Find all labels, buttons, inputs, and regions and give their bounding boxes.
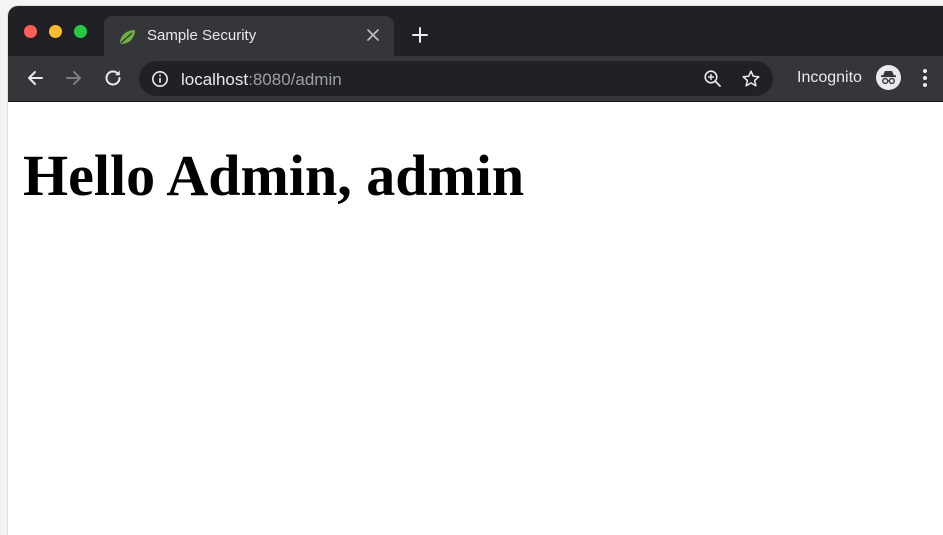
info-icon[interactable] [151, 70, 169, 88]
page-content: Hello Admin, admin [8, 102, 943, 535]
title-bar: Sample Security [8, 6, 943, 56]
menu-icon[interactable] [922, 68, 928, 88]
incognito-label[interactable]: Incognito [797, 69, 862, 87]
address-bar[interactable]: localhost:8080/admin [139, 61, 773, 96]
url-host: localhost [181, 70, 249, 89]
toolbar: localhost:8080/admin Incognito [8, 56, 943, 102]
url-text[interactable]: localhost:8080/admin [181, 70, 342, 90]
new-tab-icon[interactable] [411, 26, 429, 44]
tab-sample-security[interactable]: Sample Security [104, 16, 394, 56]
close-icon[interactable] [366, 28, 380, 42]
spring-leaf-icon [120, 30, 135, 44]
tab-title: Sample Security [147, 27, 257, 44]
star-icon[interactable] [741, 69, 761, 89]
window-maximize-button[interactable] [74, 25, 87, 38]
window-close-button[interactable] [24, 25, 37, 38]
browser-window: Sample Security localhost:8080/admin Inc… [8, 6, 943, 535]
reload-icon[interactable] [102, 67, 124, 89]
back-arrow-icon[interactable] [24, 67, 46, 89]
incognito-icon[interactable] [876, 65, 901, 90]
zoom-icon[interactable] [703, 69, 723, 89]
url-path: :8080/admin [248, 70, 342, 89]
forward-arrow-icon[interactable] [63, 67, 85, 89]
window-minimize-button[interactable] [49, 25, 62, 38]
page-heading: Hello Admin, admin [23, 143, 525, 208]
